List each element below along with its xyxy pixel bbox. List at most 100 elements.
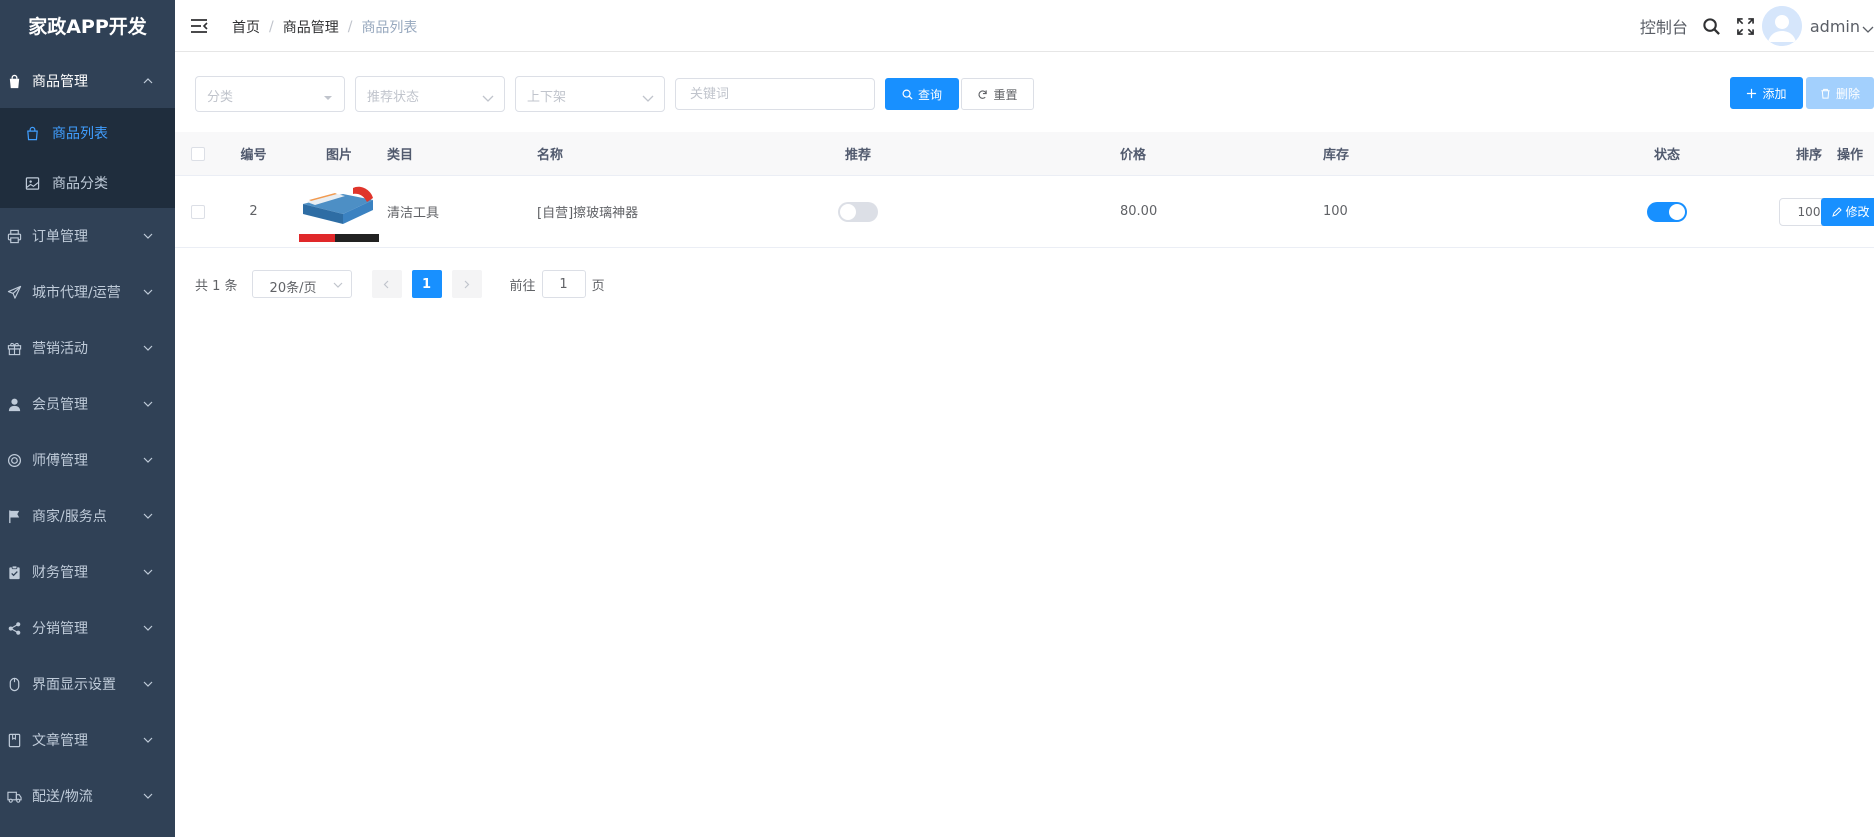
- header-image: 图片: [325, 148, 352, 163]
- status-toggle[interactable]: [1647, 201, 1687, 222]
- chevron-down-icon: [642, 89, 654, 102]
- app-logo-title: 家政APP开发: [28, 16, 147, 38]
- toolbar-right: 添加 删除: [1730, 77, 1874, 109]
- sidebar-item-merchant[interactable]: 商家/服务点: [0, 488, 175, 544]
- header-price: 价格: [1120, 148, 1147, 163]
- table-row: 2 清洁工具 [自营]擦玻璃神器 80.00 100 100 修改: [175, 176, 1874, 248]
- breadcrumb: 首页 / 商品管理 / 商品列表: [232, 17, 417, 37]
- table-header: 编号 图片 类目 名称 推荐 价格 库存 状态 排序 操作: [175, 132, 1874, 176]
- username[interactable]: admin: [1810, 17, 1860, 36]
- menu-fold-icon[interactable]: [190, 17, 208, 35]
- header-category: 类目: [387, 148, 414, 163]
- edit-button[interactable]: 修改: [1821, 197, 1874, 226]
- breadcrumb-product-management[interactable]: 商品管理: [283, 17, 339, 37]
- sidebar-item-label: 商品分类: [52, 176, 108, 192]
- sidebar-item-worker-management[interactable]: 师傅管理: [0, 432, 175, 488]
- sidebar-item-label: 财务管理: [32, 565, 88, 581]
- user-icon: [6, 396, 22, 412]
- breadcrumb-product-list: 商品列表: [361, 20, 418, 36]
- chevron-down-icon: [143, 287, 153, 297]
- sidebar-item-label: 界面显示设置: [32, 677, 116, 693]
- lifebuoy-icon: [6, 452, 22, 468]
- breadcrumb-home[interactable]: 首页: [232, 17, 260, 37]
- next-page-button[interactable]: [451, 270, 482, 298]
- sidebar-item-member-management[interactable]: 会员管理: [0, 376, 175, 432]
- sidebar-item-delivery[interactable]: 配送/物流: [0, 768, 175, 824]
- goto-prefix: 前往: [509, 278, 536, 294]
- chevron-down-icon: [143, 455, 153, 465]
- sidebar-item-label: 配送/物流: [32, 789, 93, 805]
- header-name: 名称: [537, 148, 564, 163]
- chevron-down-icon: [143, 511, 153, 521]
- sidebar-item-label: 商家/服务点: [32, 509, 107, 525]
- page-size-value: 20条/页: [269, 281, 317, 296]
- chevron-down-icon: [143, 735, 153, 745]
- truck-icon: [6, 788, 22, 804]
- row-stock: 100: [1323, 204, 1348, 219]
- header-sort: 排序: [1795, 148, 1822, 163]
- shopping-bag-icon: [6, 73, 22, 89]
- trash-icon: [1821, 88, 1830, 99]
- add-button-label: 添加: [1762, 86, 1787, 101]
- clipboard-check-icon: [6, 564, 22, 580]
- navbar-right: 控制台 admin: [1640, 0, 1874, 52]
- goto-page-input[interactable]: [541, 270, 586, 298]
- sidebar-item-label: 分销管理: [32, 621, 88, 637]
- filter-bar: 分类 推荐状态 上下架 查询 重置: [195, 76, 1034, 112]
- row-name: [自营]擦玻璃神器: [537, 206, 639, 221]
- sidebar: 家政APP开发 商品管理 商品列表 商品分类 订单管理 城市代理/运营 营销活动…: [0, 0, 175, 837]
- plus-icon: [1747, 88, 1757, 98]
- chevron-down-icon: [143, 623, 153, 633]
- page-size-select[interactable]: 20条/页: [251, 270, 352, 298]
- chevron-up-icon: [143, 76, 153, 86]
- delete-button[interactable]: 删除: [1806, 77, 1874, 109]
- sidebar-item-display-settings[interactable]: 界面显示设置: [0, 656, 175, 712]
- recommend-toggle[interactable]: [838, 201, 878, 222]
- navbar: 首页 / 商品管理 / 商品列表 控制台 admin: [175, 0, 1874, 52]
- page-number-current[interactable]: 1: [411, 270, 442, 298]
- reset-button[interactable]: 重置: [961, 78, 1034, 110]
- select-all-checkbox[interactable]: [191, 146, 205, 161]
- refresh-icon: [978, 89, 988, 99]
- recommend-status-select[interactable]: 推荐状态: [355, 76, 505, 112]
- sidebar-item-article-management[interactable]: 文章管理: [0, 712, 175, 768]
- search-button[interactable]: 查询: [885, 78, 959, 110]
- sidebar-item-label: 文章管理: [32, 733, 88, 749]
- sidebar-item-marketing[interactable]: 营销活动: [0, 320, 175, 376]
- breadcrumb-separator: /: [347, 19, 353, 35]
- category-select[interactable]: 分类: [195, 76, 345, 112]
- fullscreen-icon[interactable]: [1736, 16, 1756, 36]
- category-select-placeholder: 分类: [207, 90, 234, 105]
- pagination-total: 共 1 条: [195, 278, 238, 294]
- product-table: 编号 图片 类目 名称 推荐 价格 库存 状态 排序 操作 2 清洁工具 [自营…: [175, 132, 1874, 248]
- sidebar-item-product-list[interactable]: 商品列表: [0, 108, 175, 158]
- sidebar-item-distribution[interactable]: 分销管理: [0, 600, 175, 656]
- sidebar-item-order-management[interactable]: 订单管理: [0, 208, 175, 264]
- product-thumbnail[interactable]: [299, 181, 379, 242]
- reset-button-label: 重置: [993, 87, 1018, 102]
- chevron-down-icon: [143, 343, 153, 353]
- add-button[interactable]: 添加: [1730, 77, 1803, 109]
- shelf-status-placeholder: 上下架: [527, 90, 567, 105]
- sidebar-item-city-agent[interactable]: 城市代理/运营: [0, 264, 175, 320]
- sidebar-item-label: 会员管理: [32, 397, 88, 413]
- caret-down-icon: [322, 89, 334, 101]
- prev-page-button[interactable]: [371, 270, 402, 298]
- printer-icon: [6, 228, 22, 244]
- chevron-down-icon: [482, 89, 494, 102]
- mouse-icon: [6, 676, 22, 692]
- keyword-input[interactable]: [675, 78, 875, 110]
- sidebar-item-product-category[interactable]: 商品分类: [0, 158, 175, 208]
- avatar[interactable]: [1761, 6, 1802, 46]
- caret-down-icon[interactable]: [1862, 20, 1874, 33]
- console-link[interactable]: 控制台: [1640, 14, 1688, 38]
- chevron-down-icon: [143, 231, 153, 241]
- bag-outline-icon: [24, 125, 40, 141]
- sidebar-item-label: 商品列表: [52, 126, 108, 142]
- row-checkbox[interactable]: [191, 204, 205, 219]
- submenu-product: 商品列表 商品分类: [0, 108, 175, 208]
- shelf-status-select[interactable]: 上下架: [515, 76, 665, 112]
- sidebar-item-finance[interactable]: 财务管理: [0, 544, 175, 600]
- sidebar-item-product-management[interactable]: 商品管理: [0, 54, 175, 108]
- search-icon[interactable]: [1702, 16, 1722, 36]
